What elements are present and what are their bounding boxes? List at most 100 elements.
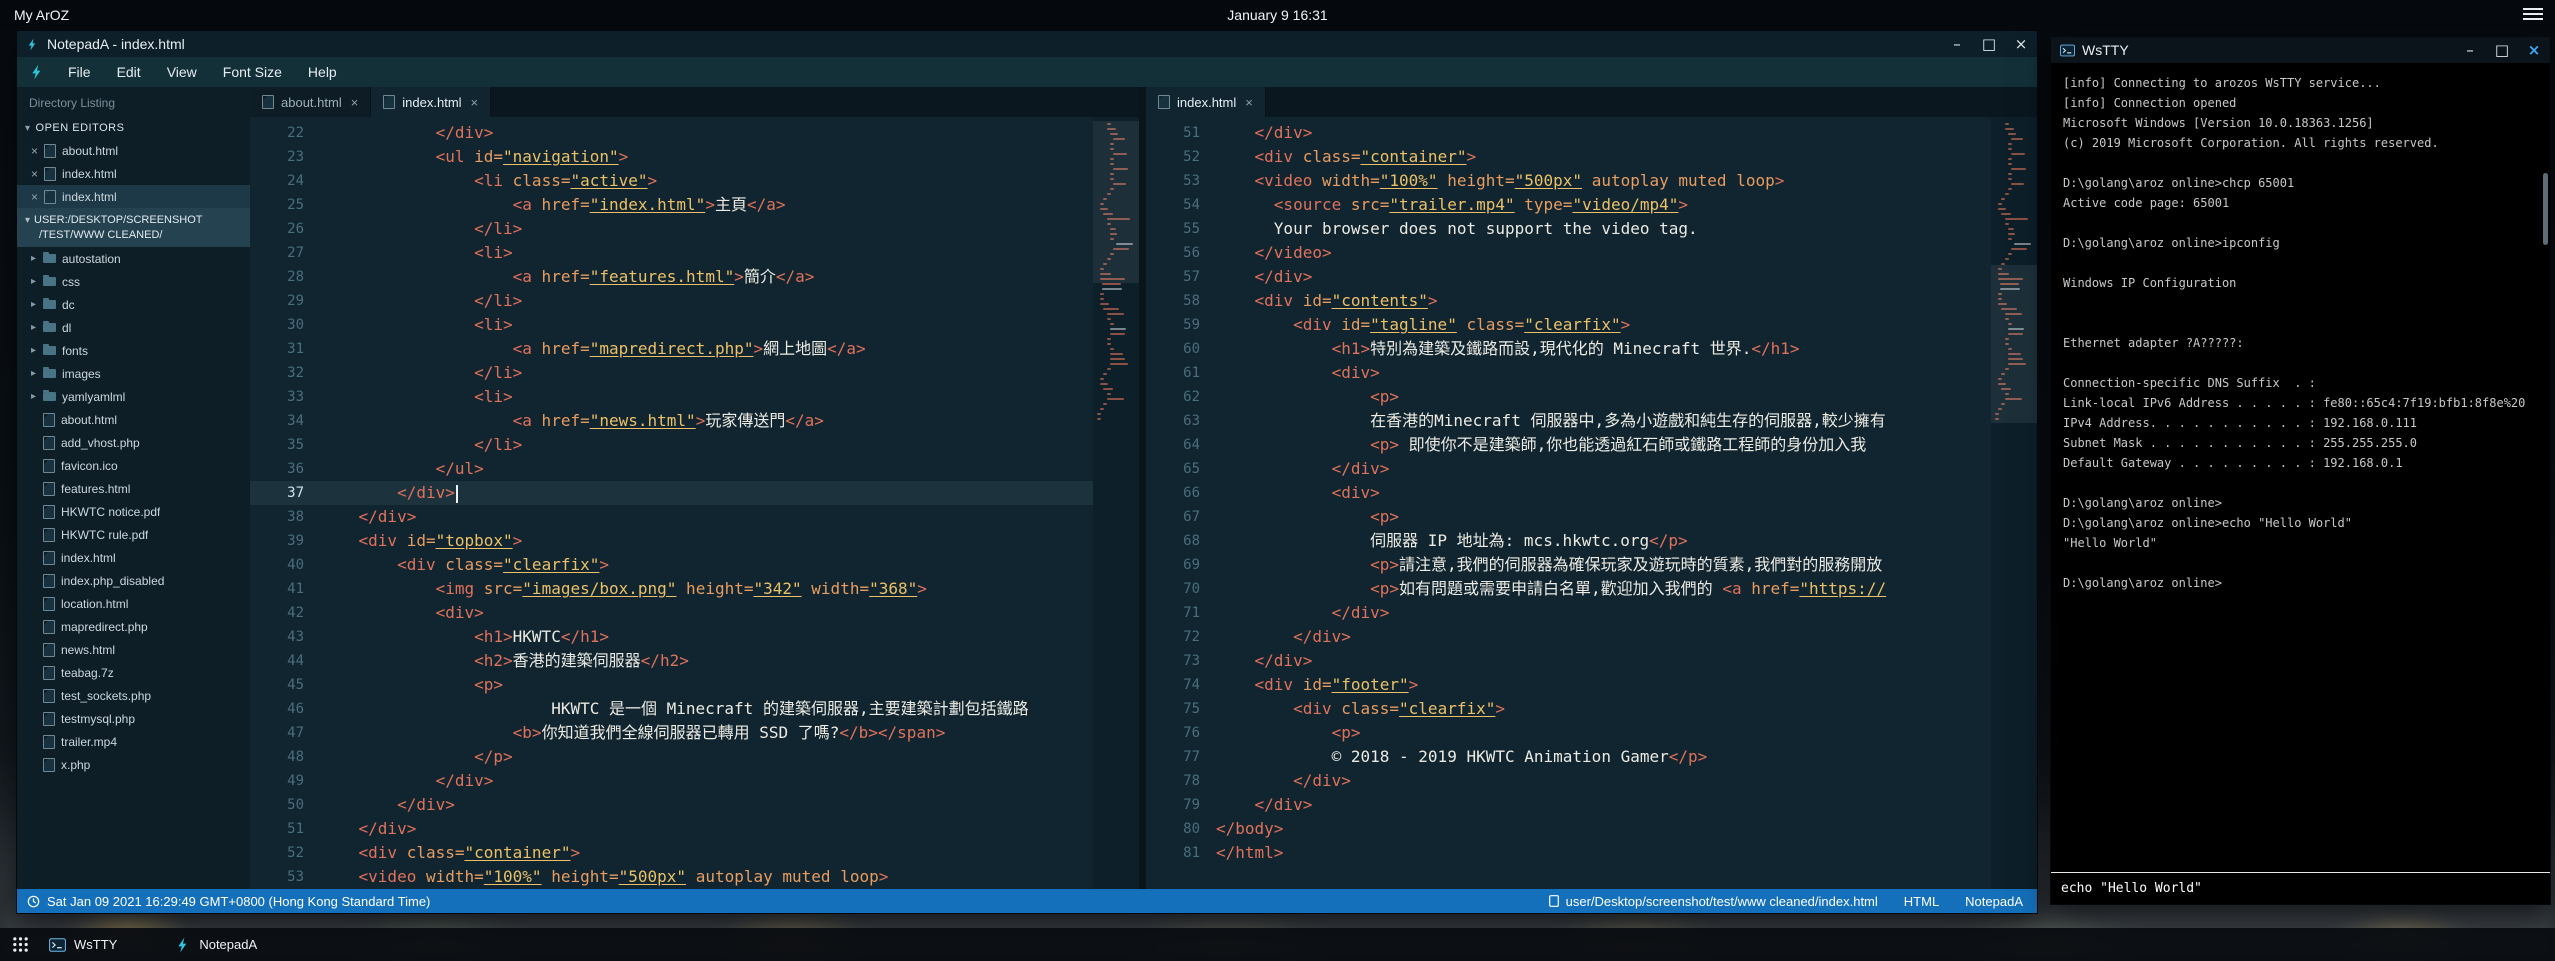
- file-name: testmysql.php: [61, 712, 135, 726]
- file-item[interactable]: features.html: [17, 477, 250, 500]
- minimap[interactable]: [1991, 117, 2037, 889]
- file-icon: [44, 167, 56, 181]
- editor-tab[interactable]: about.html ×: [250, 87, 371, 117]
- file-icon: [43, 574, 55, 588]
- editor-tab[interactable]: index.html×: [371, 87, 491, 117]
- code-editor[interactable]: </div> <ul id="navigation"> <li class="a…: [320, 117, 1093, 889]
- folder-item[interactable]: ▸css: [17, 270, 250, 293]
- hamburger-menu-icon[interactable]: [2523, 8, 2543, 21]
- minimap-viewport[interactable]: [1991, 265, 2037, 423]
- open-editors-section[interactable]: ▾ OPEN EDITORS: [17, 117, 250, 139]
- folder-icon: [43, 254, 56, 263]
- file-name: teabag.7z: [61, 666, 114, 680]
- file-item[interactable]: test_sockets.php: [17, 684, 250, 707]
- file-item[interactable]: testmysql.php: [17, 707, 250, 730]
- file-name: index.php_disabled: [61, 574, 164, 588]
- notepada-logo-icon: [29, 64, 45, 80]
- minimize-button[interactable]: –: [2454, 37, 2486, 63]
- file-item[interactable]: HKWTC notice.pdf: [17, 500, 250, 523]
- close-file-icon[interactable]: ×: [31, 190, 44, 204]
- file-item[interactable]: index.html: [17, 546, 250, 569]
- code-line: <div class="clearfix">: [1216, 697, 1991, 721]
- file-item[interactable]: news.html: [17, 638, 250, 661]
- chevron-right-icon: ▸: [31, 391, 43, 402]
- menu-help[interactable]: Help: [295, 57, 350, 87]
- code-line: </li>: [320, 433, 1093, 457]
- code-line: </body>: [1216, 817, 1991, 841]
- minimize-button[interactable]: –: [1941, 31, 1973, 57]
- code-line: <li>: [320, 313, 1093, 337]
- tab-label: about.html: [281, 95, 342, 110]
- tab-close-icon[interactable]: ×: [471, 95, 479, 110]
- code-line: <li>: [320, 385, 1093, 409]
- code-line: <h1>特別為建築及鐵路而設,現代化的 Minecraft 世界.</h1>: [1216, 337, 1991, 361]
- file-icon: [43, 643, 55, 657]
- terminal-input[interactable]: echo "Hello World": [2051, 872, 2550, 904]
- editor-pane-left: about.html×index.html× 22232425262728293…: [250, 87, 1139, 889]
- chevron-right-icon: ▸: [31, 322, 43, 333]
- minimap-viewport[interactable]: [1093, 121, 1139, 283]
- file-item[interactable]: about.html: [17, 408, 250, 431]
- scrollbar-thumb[interactable]: [2543, 173, 2548, 245]
- clock-icon: [27, 895, 40, 908]
- file-name: about.html: [61, 413, 117, 427]
- terminal-icon: [49, 938, 66, 952]
- taskbar-item-label: WsTTY: [74, 937, 117, 952]
- chevron-right-icon: ▸: [31, 345, 43, 356]
- file-item[interactable]: add_vhost.php: [17, 431, 250, 454]
- menu-view[interactable]: View: [154, 57, 210, 87]
- code-line: </div>: [1216, 793, 1991, 817]
- open-editor-item[interactable]: ×index.html: [17, 162, 250, 185]
- pane-splitter[interactable]: [1139, 87, 1146, 889]
- taskbar-item-wstty[interactable]: WsTTY: [43, 928, 123, 961]
- file-name: index.html: [61, 551, 116, 565]
- code-line: </div>: [320, 505, 1093, 529]
- tab-close-icon[interactable]: ×: [1245, 95, 1253, 110]
- code-line: <a href="news.html">玩家傳送門</a>: [320, 409, 1093, 433]
- file-item[interactable]: location.html: [17, 592, 250, 615]
- workspace-folder-header[interactable]: ▾USER:/DESKTOP/SCREENSHOT /TEST/WWW CLEA…: [17, 208, 250, 247]
- open-editor-item[interactable]: ×about.html: [17, 139, 250, 162]
- close-button[interactable]: ×: [2005, 31, 2037, 57]
- maximize-button[interactable]: □: [1973, 31, 2005, 57]
- file-item[interactable]: index.php_disabled: [17, 569, 250, 592]
- folder-item[interactable]: ▸yamlyamlml: [17, 385, 250, 408]
- folder-item[interactable]: ▸fonts: [17, 339, 250, 362]
- file-item[interactable]: HKWTC rule.pdf: [17, 523, 250, 546]
- notepada-titlebar[interactable]: NotepadA - index.html – □ ×: [17, 31, 2037, 57]
- editor-tab[interactable]: index.html×: [1146, 87, 1266, 117]
- folder-item[interactable]: ▸ dl: [17, 316, 250, 339]
- code-editor[interactable]: </div> <div class="container"> <video wi…: [1216, 117, 1991, 889]
- open-editor-item[interactable]: ×index.html: [17, 185, 250, 208]
- file-item[interactable]: teabag.7z: [17, 661, 250, 684]
- menu-file[interactable]: File: [55, 57, 104, 87]
- workspace-path-line1: USER:/DESKTOP/SCREENSHOT: [34, 214, 203, 226]
- maximize-button[interactable]: □: [2486, 37, 2518, 63]
- close-file-icon[interactable]: ×: [31, 144, 44, 158]
- file-icon: [43, 505, 55, 519]
- minimap[interactable]: [1093, 117, 1139, 889]
- close-file-icon[interactable]: ×: [31, 167, 44, 181]
- folder-name: dc: [62, 298, 75, 312]
- file-item[interactable]: mapredirect.php: [17, 615, 250, 638]
- folder-icon: [43, 369, 56, 378]
- line-number-gutter: 2223242526272829303132333435363738394041…: [250, 117, 320, 889]
- file-item[interactable]: trailer.mp4: [17, 730, 250, 753]
- file-item[interactable]: favicon.ico: [17, 454, 250, 477]
- code-line: <a href="features.html">簡介</a>: [320, 265, 1093, 289]
- taskbar-item-notepada[interactable]: NotepadA: [169, 928, 263, 961]
- menu-font-size[interactable]: Font Size: [210, 57, 295, 87]
- code-line: <h2>香港的建築伺服器</h2>: [320, 649, 1093, 673]
- folder-name: dl: [62, 321, 71, 335]
- menu-edit[interactable]: Edit: [104, 57, 154, 87]
- menu-items: FileEditViewFont SizeHelp: [55, 57, 350, 87]
- wstty-titlebar[interactable]: WsTTY – □ ×: [2051, 37, 2550, 63]
- folder-item[interactable]: ▸dc: [17, 293, 250, 316]
- file-item[interactable]: x.php: [17, 753, 250, 776]
- tab-close-icon[interactable]: ×: [351, 95, 359, 110]
- terminal-output: [info] Connecting to arozos WsTTY servic…: [2051, 63, 2550, 872]
- close-button[interactable]: ×: [2518, 37, 2550, 63]
- folder-item[interactable]: ▸images: [17, 362, 250, 385]
- app-launcher-icon[interactable]: [12, 936, 29, 953]
- folder-item[interactable]: ▸autostation: [17, 247, 250, 270]
